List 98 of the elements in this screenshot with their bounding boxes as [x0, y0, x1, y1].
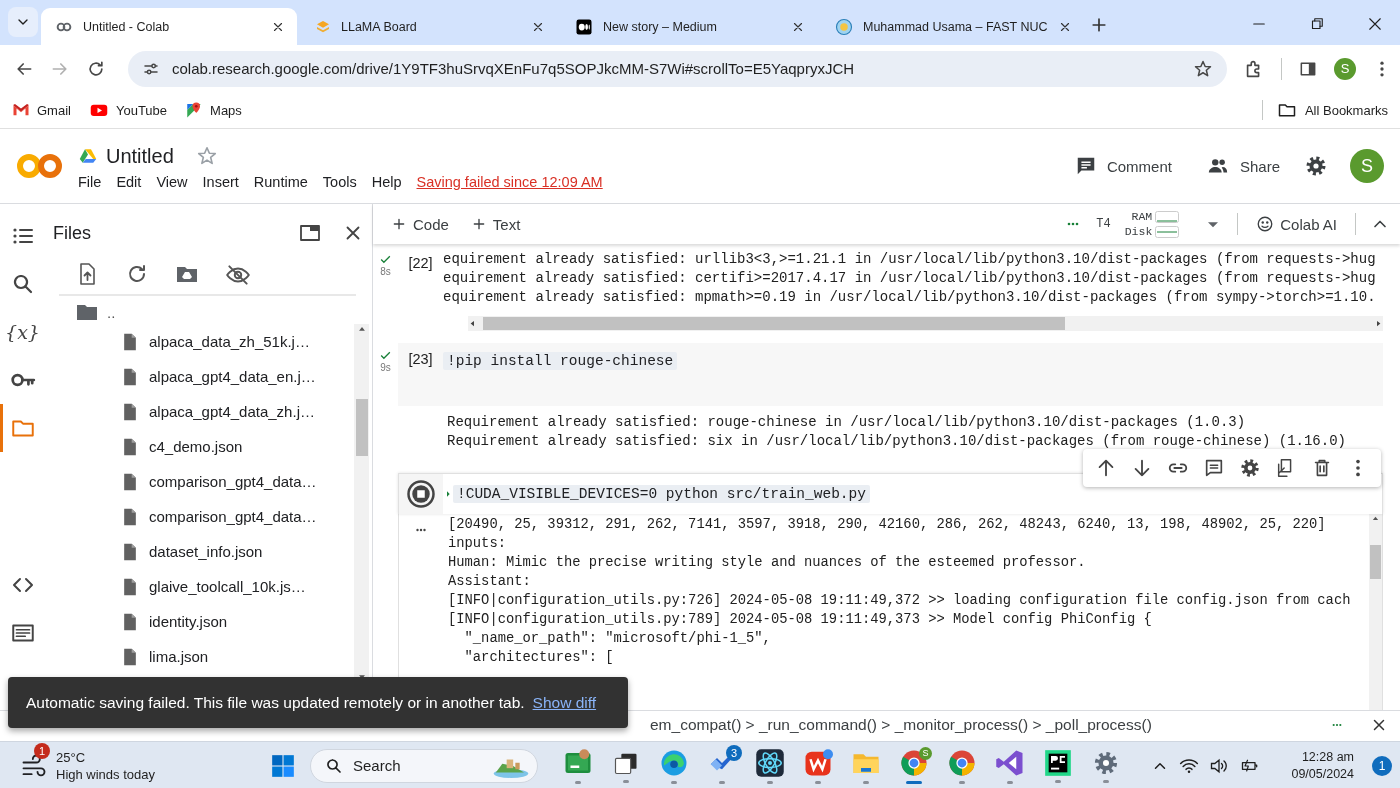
- colab-ai-button[interactable]: Colab AI: [1252, 211, 1341, 237]
- drive-icon: [78, 147, 98, 165]
- menu-item[interactable]: Tools: [322, 173, 357, 190]
- all-bookmarks[interactable]: All Bookmarks: [1261, 100, 1388, 120]
- scrollbar[interactable]: [1369, 514, 1382, 710]
- browser-tab[interactable]: Muhammad Usama – FAST NUC: [821, 8, 1077, 45]
- toast-message: Automatic saving failed. This file was updated remotely or in another tab. Show diff: [26, 693, 597, 712]
- bookmark-star-icon[interactable]: [1193, 58, 1213, 79]
- menu-item[interactable]: Help: [371, 173, 402, 190]
- execution-count: [23]: [408, 351, 433, 369]
- usage-graph-icon: [1155, 225, 1180, 238]
- output-line: "_name_or_path": "microsoft/phi-1_5",: [463, 630, 772, 648]
- output-line: [INFO|configuration_utils.py:789] 2024-05-08 19:11:49,373 >> Model config PhiConfig {: [448, 611, 1153, 629]
- panel-title: Files: [53, 222, 92, 244]
- comment-button[interactable]: Comment: [1064, 149, 1182, 183]
- output-line: equirement already satisfied: certifi>=2017.4.17 in /usr/local/lib/python3.10/dist-packages (from requests->hug: [443, 269, 1377, 288]
- windows-logo-icon[interactable]: [270, 752, 296, 779]
- notebook-title[interactable]: Untitled: [106, 144, 174, 168]
- output-line: Requirement already satisfied: rouge-chinese in /usr/local/lib/python3.10/dist-packages (1.0.3): [447, 413, 1247, 432]
- up-arrow-icon: [1371, 514, 1380, 523]
- runtime-label: T4: [1096, 217, 1111, 231]
- plus-icon: [391, 216, 407, 232]
- address-bar[interactable]: colab.research.google.com/drive/1Y9TF3huSrvqXEnFu7q5SOPJkcMM-S7Wi#scrollTo=E5YaqpryxJCH: [128, 50, 1227, 87]
- medium-logo-icon: [575, 17, 593, 36]
- tree-entry[interactable]: alpaca_data_zh_51k.j…: [120, 324, 354, 359]
- save-status-link[interactable]: Saving failed since 12:09 AM: [416, 173, 603, 190]
- tree-entry[interactable]: comparison_gpt4_data…: [120, 464, 354, 499]
- clock[interactable]: 12:28 am 09/05/2024: [1291, 748, 1354, 783]
- office-suite-icon[interactable]: [803, 747, 833, 778]
- add-code-button[interactable]: Code: [387, 211, 453, 237]
- hidden-icon[interactable]: [225, 262, 251, 288]
- browser-tab[interactable]: LLaMA Board: [301, 8, 557, 45]
- close-icon[interactable]: [1366, 15, 1384, 33]
- left-arrow-icon: [468, 319, 477, 328]
- search-field[interactable]: Search: [310, 748, 538, 783]
- right-arrow-icon: [1374, 319, 1383, 328]
- comment-icon[interactable]: [1203, 457, 1225, 479]
- settings-icon[interactable]: [1304, 154, 1328, 178]
- scrollbar[interactable]: [468, 316, 1383, 331]
- scrollbar-thumb[interactable]: [483, 317, 1065, 330]
- scrollbar-thumb[interactable]: [1370, 545, 1381, 579]
- parent-folder[interactable]: ..: [45, 296, 372, 324]
- bookmark[interactable]: Maps: [185, 101, 242, 119]
- stop-icon[interactable]: [406, 479, 436, 509]
- variables-icon[interactable]: {x}: [5, 321, 40, 343]
- output-line: equirement already satisfied: mpmath>=0.19 in /usr/local/lib/python3.10/dist-packages (from sympy->torch>=1.10.: [443, 288, 1377, 307]
- tree-entry[interactable]: dataset_info.json: [120, 534, 354, 569]
- tree-entry[interactable]: glaive_toolcall_10k.js…: [120, 569, 354, 604]
- share-button[interactable]: Share: [1195, 149, 1290, 183]
- atom-icon[interactable]: [755, 747, 785, 778]
- output-line: Human: Mimic the precise writing style and nuances of the esteemed professor.: [448, 554, 1087, 572]
- search-icon: [325, 756, 343, 775]
- tree-entry[interactable]: c4_demo.json: [120, 429, 354, 464]
- bookmark[interactable]: Gmail: [12, 101, 71, 119]
- notification-badge: 3: [726, 744, 742, 761]
- temperature: 25°C: [56, 748, 87, 766]
- add-text-button[interactable]: Text: [466, 211, 525, 237]
- menu-item[interactable]: Edit: [116, 173, 142, 190]
- output-line: Assistant:: [448, 573, 532, 591]
- menu-item[interactable]: Runtime: [253, 173, 308, 190]
- call-stack-trace: em_compat() > _run_command() > _monitor_process() > _poll_process(): [650, 716, 1153, 734]
- notification-badge[interactable]: 1: [1372, 755, 1392, 776]
- show-diff-link[interactable]: Show diff: [532, 693, 597, 711]
- execution-count: [22]: [408, 255, 433, 273]
- colab-logo-icon[interactable]: [16, 151, 64, 181]
- smiley-icon: [1256, 215, 1275, 233]
- run-time: 9s: [380, 362, 391, 373]
- output-line: Requirement already satisfied: six in /usr/local/lib/python3.10/dist-packages (from rouge-chinese) (1.16.0): [447, 432, 1346, 451]
- run-time: 8s: [380, 266, 391, 277]
- output-line: [20490, 25, 39312, 291, 262, 7141, 3597, 3918, 290, 42160, 286, 262, 48243, 6240, 13, 198, 48902, 25, 220]: [448, 516, 1327, 534]
- browser-tab[interactable]: New story – Medium: [561, 8, 817, 45]
- tree-entry[interactable]: lima.json: [120, 639, 354, 674]
- scrollbar-thumb[interactable]: [355, 399, 368, 456]
- bookmark[interactable]: YouTube: [88, 101, 168, 119]
- menu-item[interactable]: File: [78, 173, 102, 190]
- output-line: [INFO|configuration_utils.py:726] 2024-05-08 19:11:49,372 >> loading configuration file config.json from cach: [448, 592, 1352, 610]
- tree-entry[interactable]: alpaca_gpt4_data_zh.j…: [120, 394, 354, 429]
- profile-badge: S: [919, 746, 932, 760]
- output-line: "architectures": [: [463, 649, 615, 667]
- stack-logo-icon: [315, 18, 331, 35]
- output-line: equirement already satisfied: urllib3<3,>=1.21.1 in /usr/local/lib/python3.10/dist-packages (from requests->hug: [443, 250, 1377, 269]
- menu-item[interactable]: View: [156, 173, 188, 190]
- browser-tab[interactable]: Untitled - Colab: [41, 8, 297, 45]
- output-line: inputs:: [448, 535, 507, 553]
- ide-icon[interactable]: [1044, 748, 1072, 777]
- disk-label: Disk: [1124, 225, 1153, 238]
- tree-entry[interactable]: alpaca_gpt4_data_en.j…: [120, 359, 354, 394]
- tree-entry[interactable]: comparison_gpt4_data…: [120, 499, 354, 534]
- ram-label: RAM: [1130, 210, 1153, 223]
- notification-badge: 1: [34, 742, 50, 759]
- weather-text: High winds today: [56, 765, 155, 783]
- emblem-icon: [835, 17, 853, 36]
- usage-graph-icon: [1155, 210, 1180, 223]
- tree-entry[interactable]: identity.json: [120, 604, 354, 639]
- settings-icon[interactable]: [1239, 457, 1261, 479]
- menu-item[interactable]: Insert: [202, 173, 239, 190]
- star-icon[interactable]: [195, 145, 218, 167]
- tab-search-button[interactable]: [8, 7, 38, 37]
